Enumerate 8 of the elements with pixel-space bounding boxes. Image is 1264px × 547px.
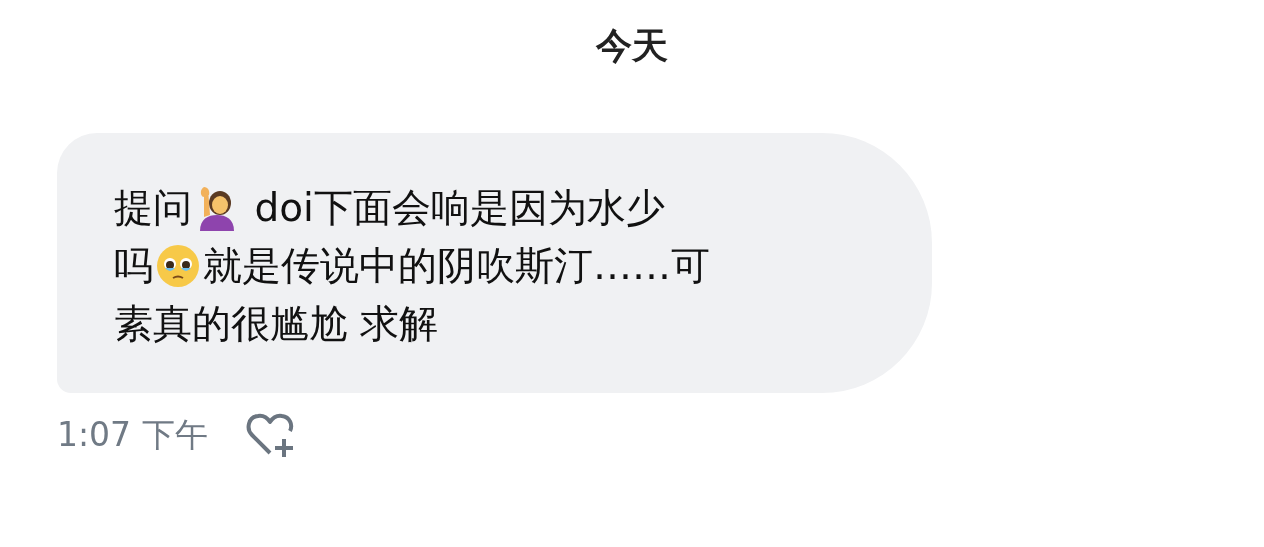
date-header: 今天 <box>596 24 668 68</box>
message-time: 1:07 下午 <box>57 413 208 456</box>
message-text: 吗 <box>114 242 153 290</box>
message-text: doi下面会响是因为水少 <box>253 184 665 232</box>
teary-face-icon <box>155 243 201 289</box>
message-text: 提问 <box>114 184 192 232</box>
message-text: 就是传说中的阴吹斯汀……可 <box>203 242 710 290</box>
message-text: 素真的很尴尬 求解 <box>114 300 439 348</box>
